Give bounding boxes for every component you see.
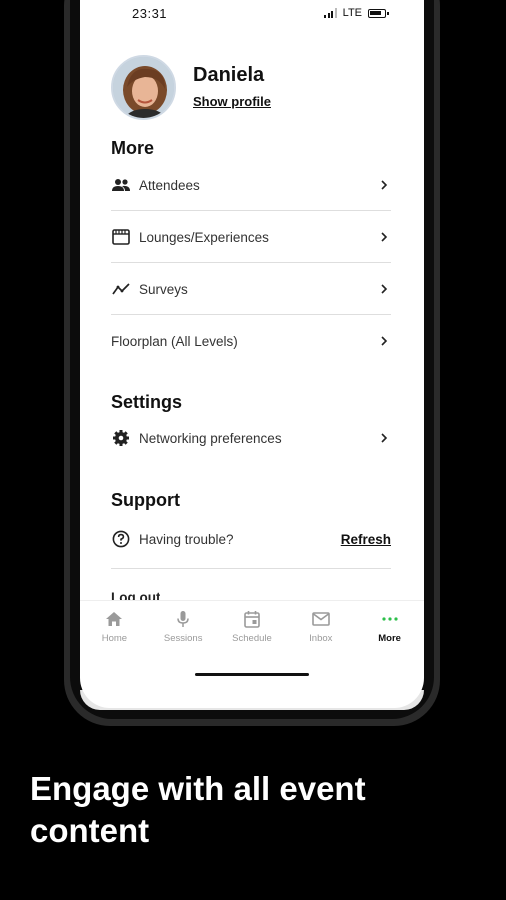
chevron-right-icon [377, 178, 391, 192]
menu-item-networking-preferences[interactable]: Networking preferences [111, 413, 391, 463]
having-trouble-label: Having trouble? [139, 531, 234, 547]
calendar-icon [242, 609, 262, 629]
avatar[interactable] [111, 55, 176, 120]
nav-label: More [378, 633, 401, 644]
nav-schedule[interactable]: Schedule [218, 601, 287, 662]
nav-label: Schedule [232, 633, 272, 644]
microphone-icon [173, 609, 193, 629]
chevron-right-icon [377, 334, 391, 348]
menu-item-label: Networking preferences [139, 430, 282, 446]
divider [111, 314, 391, 315]
menu-item-lounges[interactable]: Lounges/Experiences [111, 212, 391, 262]
home-indicator [195, 673, 309, 676]
status-icons: LTE [324, 7, 389, 19]
menu-item-label: Floorplan (All Levels) [111, 333, 238, 349]
menu-item-label: Attendees [139, 177, 200, 193]
support-row: Having trouble? Refresh [111, 514, 391, 564]
menu-item-surveys[interactable]: Surveys [111, 264, 391, 314]
phone-screen: 23:31 LTE Daniela Show profile More Atte… [80, 0, 424, 708]
chevron-right-icon [377, 230, 391, 244]
status-time: 23:31 [132, 6, 168, 21]
divider [111, 568, 391, 569]
battery-icon [368, 8, 389, 18]
nav-label: Inbox [309, 633, 333, 644]
bottom-nav: Home Sessions Schedule Inbox More [80, 600, 424, 662]
divider [111, 262, 391, 263]
status-bar: 23:31 LTE [80, 0, 424, 28]
logout-button[interactable]: Log out [111, 588, 160, 600]
nav-label: Sessions [163, 633, 203, 644]
nav-sessions[interactable]: Sessions [149, 601, 218, 662]
menu-item-label: Lounges/Experiences [139, 229, 269, 245]
people-icon [111, 175, 131, 195]
network-label: LTE [342, 7, 362, 19]
menu-item-label: Surveys [139, 281, 188, 297]
show-profile-link[interactable]: Show profile [193, 94, 271, 109]
help-circle-icon [111, 529, 131, 549]
nav-inbox[interactable]: Inbox [286, 601, 355, 662]
settings-section-title: Settings [111, 392, 183, 412]
menu-item-floorplan[interactable]: Floorplan (All Levels) [111, 316, 391, 366]
signal-icon [324, 8, 337, 18]
refresh-button[interactable]: Refresh [341, 532, 391, 547]
more-dots-icon [380, 609, 400, 629]
promo-tagline: Engage with all event content [30, 770, 366, 849]
more-section-title: More [111, 138, 155, 158]
mail-icon [311, 609, 331, 629]
nav-home[interactable]: Home [80, 601, 149, 662]
nav-more[interactable]: More [355, 601, 424, 662]
home-icon [104, 609, 124, 629]
trending-icon [111, 279, 131, 299]
profile-name: Daniela [193, 64, 265, 86]
chevron-right-icon [377, 282, 391, 296]
menu-item-attendees[interactable]: Attendees [111, 160, 391, 210]
nav-label: Home [101, 633, 128, 644]
support-section-title: Support [111, 490, 180, 510]
chevron-right-icon [377, 431, 391, 445]
storefront-icon [111, 227, 131, 247]
divider [111, 210, 391, 211]
gear-icon [111, 428, 131, 448]
